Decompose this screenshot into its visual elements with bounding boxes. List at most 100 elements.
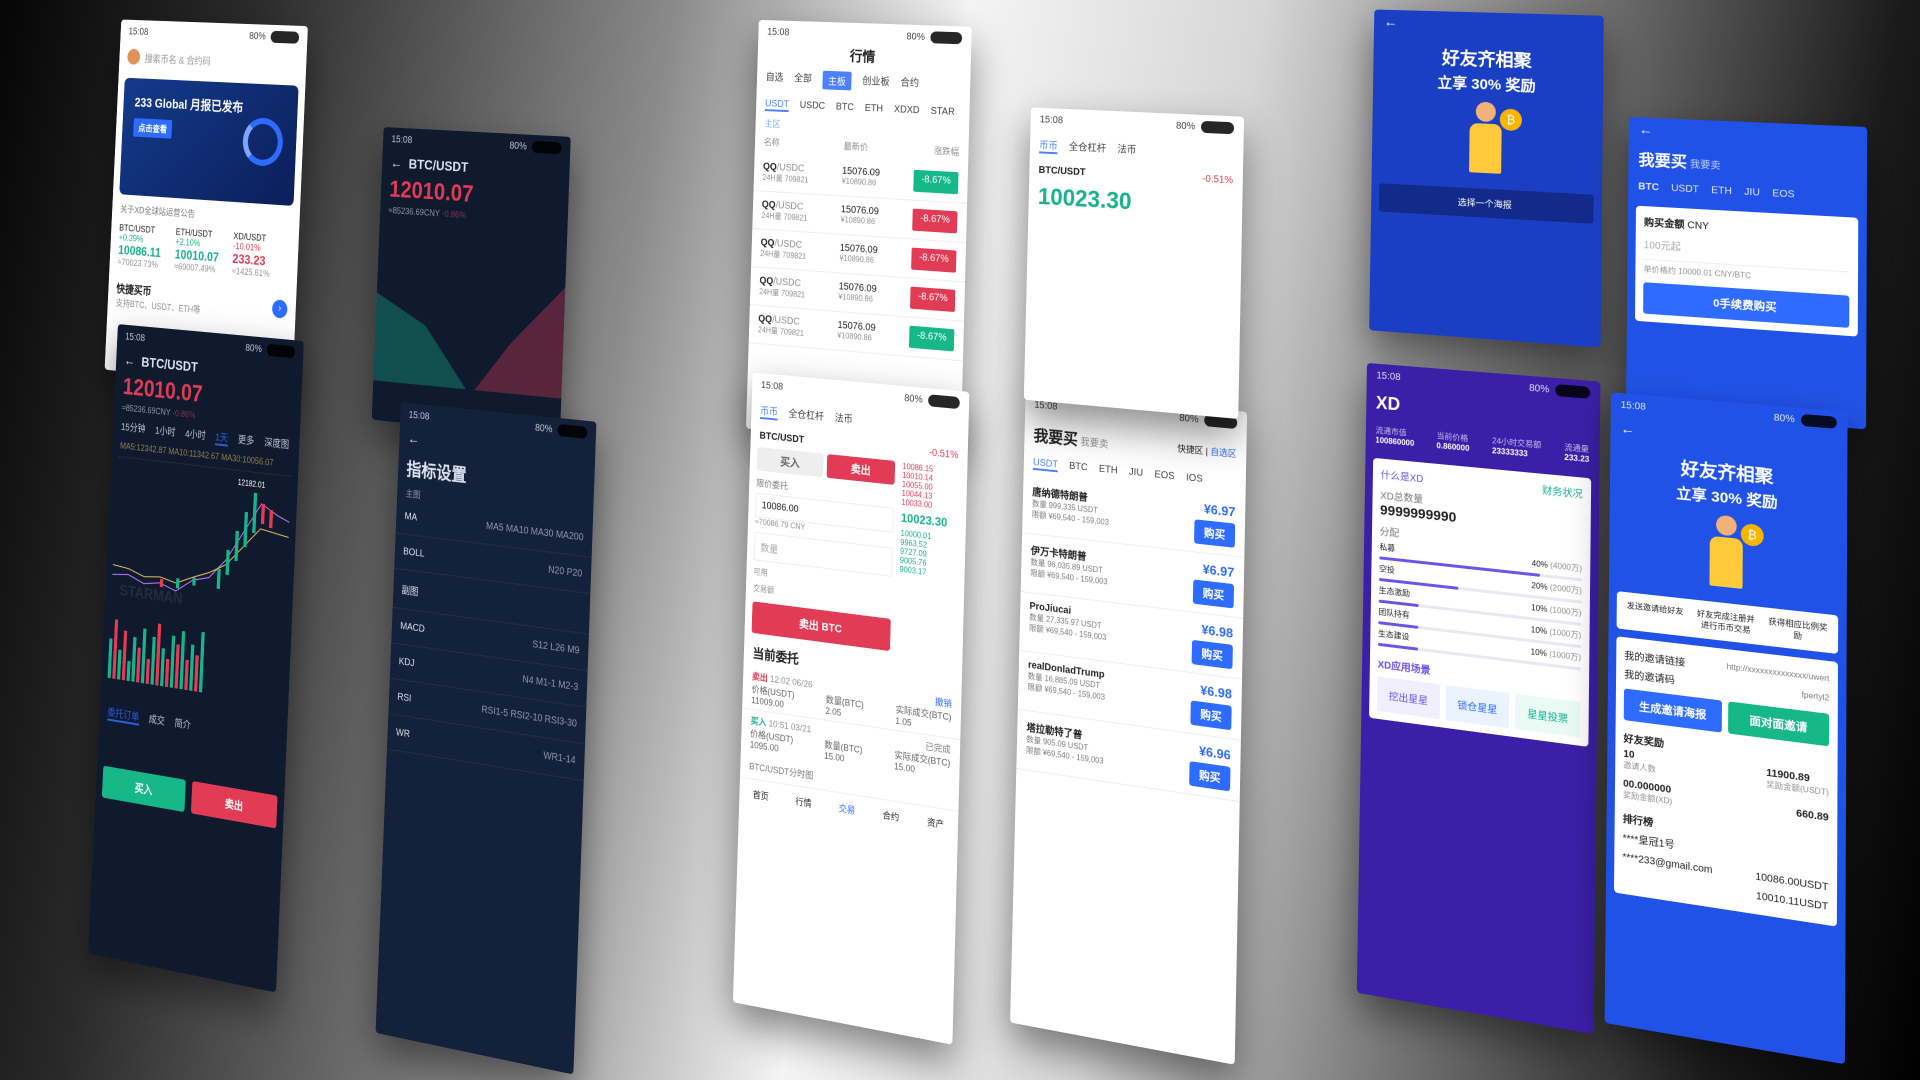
- tab-buy[interactable]: 我要买: [1638, 152, 1687, 171]
- dist-pct: 10%: [1531, 625, 1547, 636]
- dist-name: 团队持有: [1378, 606, 1409, 620]
- ticker-btc[interactable]: BTC/USDT +0.39% 10086.11 ≈70023.73%: [117, 223, 176, 272]
- scene-vote[interactable]: 星星投票: [1515, 694, 1580, 738]
- row-change: -8.67%: [911, 248, 956, 273]
- pair-title[interactable]: BTC/USDT: [408, 156, 468, 175]
- back-arrow-icon[interactable]: ←: [407, 430, 419, 447]
- tab-eth[interactable]: ETH: [1099, 464, 1118, 479]
- avatar[interactable]: [127, 49, 140, 65]
- toggle-quick[interactable]: 快捷区: [1177, 443, 1203, 455]
- tab-1h[interactable]: 1小时: [155, 422, 176, 441]
- buy-button[interactable]: 购买: [1190, 700, 1231, 730]
- tab-depth[interactable]: 深度图: [264, 434, 290, 454]
- tab-orders[interactable]: 委托订单: [107, 704, 140, 726]
- back-arrow-icon[interactable]: ←: [1620, 420, 1634, 437]
- ticker-xd[interactable]: XD/USDT -10.01% 233.23 ≈1425.61%: [232, 231, 291, 280]
- scene-mine[interactable]: 挖出星星: [1377, 676, 1440, 719]
- amount-label: 购买金额: [1644, 218, 1685, 231]
- currency-select[interactable]: CNY: [1687, 220, 1709, 232]
- col-name[interactable]: 名称: [764, 135, 780, 148]
- row-cny: ¥10890.86: [842, 177, 880, 188]
- face-invite-button[interactable]: 面对面邀请: [1728, 701, 1829, 746]
- nav-assets[interactable]: 资产: [927, 815, 944, 831]
- tab-all[interactable]: 全部: [794, 70, 812, 89]
- back-arrow-icon[interactable]: ←: [390, 155, 402, 171]
- battery-level: 80%: [906, 31, 925, 42]
- tab-sell[interactable]: 我要卖: [1690, 160, 1721, 172]
- row-base: QQ: [762, 199, 776, 211]
- invite-code-value[interactable]: fpertyl2: [1801, 690, 1829, 703]
- buy-button[interactable]: 购买: [1192, 640, 1233, 669]
- tab-fiat[interactable]: 法币: [834, 409, 852, 427]
- tab-btc[interactable]: BTC: [1069, 461, 1088, 476]
- back-arrow-icon[interactable]: ←: [124, 352, 136, 369]
- tab-4h[interactable]: 4小时: [185, 425, 206, 444]
- xd-info-card: 什么是XD 财务状况 XD总数量 9999999990 分配 私募 40% (40…: [1369, 458, 1591, 747]
- tab-favorites[interactable]: 自选: [766, 68, 784, 87]
- col-price[interactable]: 最新价: [843, 139, 868, 153]
- indicator-params: WR1-14: [543, 750, 576, 766]
- generate-poster-button[interactable]: 生成邀请海报: [1624, 688, 1722, 732]
- tab-btc[interactable]: BTC: [1638, 181, 1659, 193]
- tab-eos[interactable]: EOS: [1154, 469, 1174, 484]
- what-is-xd-link[interactable]: 什么是XD: [1381, 466, 1424, 485]
- tab-15m[interactable]: 15分钟: [121, 418, 146, 437]
- buy-button[interactable]: 购买: [1193, 579, 1234, 608]
- tab-eth[interactable]: ETH: [1711, 185, 1732, 197]
- back-arrow-icon[interactable]: ←: [1384, 14, 1398, 30]
- tab-jiu[interactable]: JIU: [1744, 187, 1760, 199]
- tab-margin[interactable]: 全仓杠杆: [1069, 138, 1107, 156]
- search-input[interactable]: 搜索币名 & 合约码: [144, 50, 298, 71]
- tab-spot[interactable]: 币币: [1039, 137, 1058, 154]
- tab-eth[interactable]: ETH: [865, 103, 884, 117]
- banner-button[interactable]: 点击查看: [133, 118, 172, 139]
- home-banner[interactable]: 233 Global 月报已发布 点击查看: [119, 78, 298, 206]
- finance-link[interactable]: 财务状况: [1542, 482, 1583, 501]
- tab-usdt[interactable]: USDT: [1033, 457, 1058, 472]
- nav-trade[interactable]: 交易: [838, 801, 855, 817]
- tab-margin[interactable]: 全仓杠杆: [788, 405, 824, 425]
- buy-button[interactable]: 购买: [1194, 519, 1235, 548]
- pair-title[interactable]: BTC/USDT: [141, 354, 198, 375]
- tab-info[interactable]: 简介: [174, 714, 191, 734]
- nav-market[interactable]: 行情: [795, 794, 812, 810]
- tab-trades[interactable]: 成交: [148, 710, 165, 730]
- tab-btc[interactable]: BTC: [836, 102, 854, 116]
- back-arrow-icon[interactable]: ←: [1639, 121, 1653, 137]
- sell-button[interactable]: 卖出: [191, 781, 278, 828]
- camera-notch: [930, 31, 962, 44]
- tab-more[interactable]: 更多: [238, 431, 255, 450]
- tab-sell[interactable]: 我要卖: [1080, 437, 1108, 450]
- chevron-right-icon[interactable]: ›: [272, 299, 288, 318]
- buy-button[interactable]: 买入: [102, 766, 186, 812]
- zero-fee-buy-button[interactable]: 0手续费购买: [1643, 282, 1849, 328]
- row-cny: ¥10890.86: [840, 215, 878, 226]
- scene-lock[interactable]: 锁仓星星: [1445, 685, 1509, 728]
- tab-buy[interactable]: 我要买: [1033, 428, 1078, 449]
- tab-star[interactable]: STAR: [930, 106, 955, 120]
- tab-usdt[interactable]: USDT: [1671, 183, 1699, 195]
- nav-contract[interactable]: 合约: [882, 808, 899, 824]
- tab-main[interactable]: 主板: [822, 71, 851, 91]
- tab-usdc[interactable]: USDC: [799, 100, 825, 114]
- dist-name: 私募: [1379, 542, 1395, 554]
- tab-usdt[interactable]: USDT: [765, 98, 789, 112]
- tab-contract[interactable]: 合约: [900, 74, 919, 94]
- row-change: -8.67%: [910, 287, 955, 312]
- tab-fiat[interactable]: 法币: [1117, 141, 1136, 159]
- nav-home[interactable]: 首页: [753, 788, 769, 803]
- buy-button[interactable]: 购买: [1189, 761, 1230, 791]
- tab-spot[interactable]: 币币: [760, 402, 778, 420]
- tab-xdxd[interactable]: XDXD: [894, 104, 920, 118]
- indicator-params: S12 L26 M9: [532, 639, 579, 657]
- candlestick-chart[interactable]: 12182.01 STARMAN: [111, 456, 291, 628]
- tab-1d[interactable]: 1天: [215, 428, 228, 446]
- tab-eos[interactable]: EOS: [1772, 188, 1794, 200]
- tab-jiu[interactable]: JIU: [1129, 467, 1143, 481]
- toggle-custom[interactable]: 自选区: [1210, 446, 1236, 459]
- tab-ios[interactable]: IOS: [1186, 472, 1203, 487]
- tab-growth[interactable]: 创业板: [862, 72, 890, 92]
- row-volume: 24H量 709821: [763, 172, 809, 185]
- ticker-eth[interactable]: ETH/USDT +2.10% 10010.07 ≈69007.49%: [174, 227, 234, 276]
- col-change[interactable]: 涨跌幅: [934, 144, 960, 158]
